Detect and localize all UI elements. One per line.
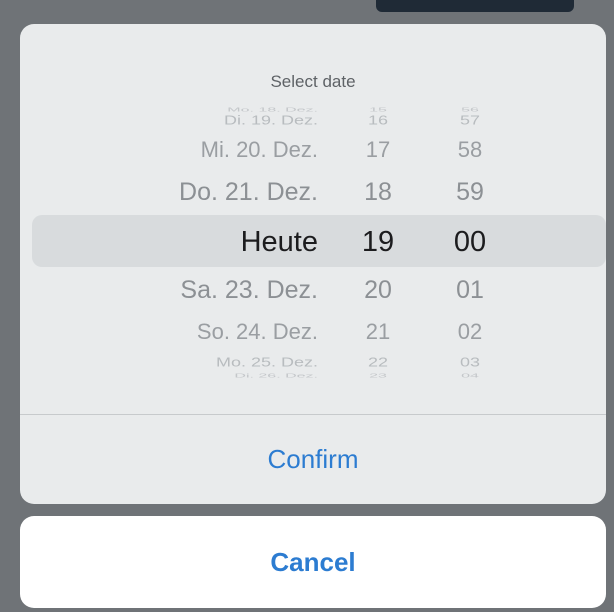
hour-option[interactable]: 23 bbox=[348, 370, 408, 383]
date-picker-sheet: Select date Mo. 18. Dez. 15 56 Di. 19. D… bbox=[20, 24, 606, 504]
hour-option[interactable]: 21 bbox=[348, 314, 408, 350]
minute-option[interactable]: 01 bbox=[440, 272, 500, 308]
minute-option[interactable]: 04 bbox=[440, 370, 500, 383]
sheet-title: Select date bbox=[270, 72, 356, 91]
date-time-picker[interactable]: Mo. 18. Dez. 15 56 Di. 19. Dez. 16 57 Mi… bbox=[20, 94, 606, 414]
selected-minute[interactable]: 00 bbox=[440, 222, 500, 262]
picker-row[interactable]: Di. 19. Dez. 16 57 bbox=[20, 107, 606, 133]
picker-row[interactable]: Do. 21. Dez. 18 59 bbox=[20, 174, 606, 210]
background-app-button bbox=[376, 0, 574, 12]
picker-row-selected[interactable]: Heute 19 00 bbox=[20, 222, 606, 262]
hour-option[interactable]: 18 bbox=[348, 174, 408, 210]
confirm-button[interactable]: Confirm bbox=[20, 415, 606, 504]
hour-option[interactable]: 20 bbox=[348, 272, 408, 308]
picker-row[interactable]: Di. 26. Dez. 23 04 bbox=[20, 370, 606, 383]
hour-option[interactable]: 16 bbox=[348, 107, 408, 133]
minute-option[interactable]: 59 bbox=[440, 174, 500, 210]
picker-row[interactable]: So. 24. Dez. 21 02 bbox=[20, 314, 606, 350]
hour-option[interactable]: 17 bbox=[348, 132, 408, 168]
selected-hour[interactable]: 19 bbox=[348, 222, 408, 262]
day-option[interactable]: Sa. 23. Dez. bbox=[180, 272, 318, 308]
day-option[interactable]: Mi. 20. Dez. bbox=[201, 132, 318, 168]
picker-row[interactable]: Mi. 20. Dez. 17 58 bbox=[20, 132, 606, 168]
picker-row[interactable]: Sa. 23. Dez. 20 01 bbox=[20, 272, 606, 308]
cancel-button[interactable]: Cancel bbox=[20, 516, 606, 608]
day-option[interactable]: Di. 26. Dez. bbox=[234, 370, 318, 383]
minute-option[interactable]: 58 bbox=[440, 132, 500, 168]
minute-option[interactable]: 02 bbox=[440, 314, 500, 350]
day-option[interactable]: Di. 19. Dez. bbox=[224, 107, 318, 133]
day-option[interactable]: Do. 21. Dez. bbox=[179, 174, 318, 210]
day-option[interactable]: So. 24. Dez. bbox=[197, 314, 318, 350]
selected-day[interactable]: Heute bbox=[241, 222, 318, 262]
minute-option[interactable]: 57 bbox=[440, 107, 500, 133]
